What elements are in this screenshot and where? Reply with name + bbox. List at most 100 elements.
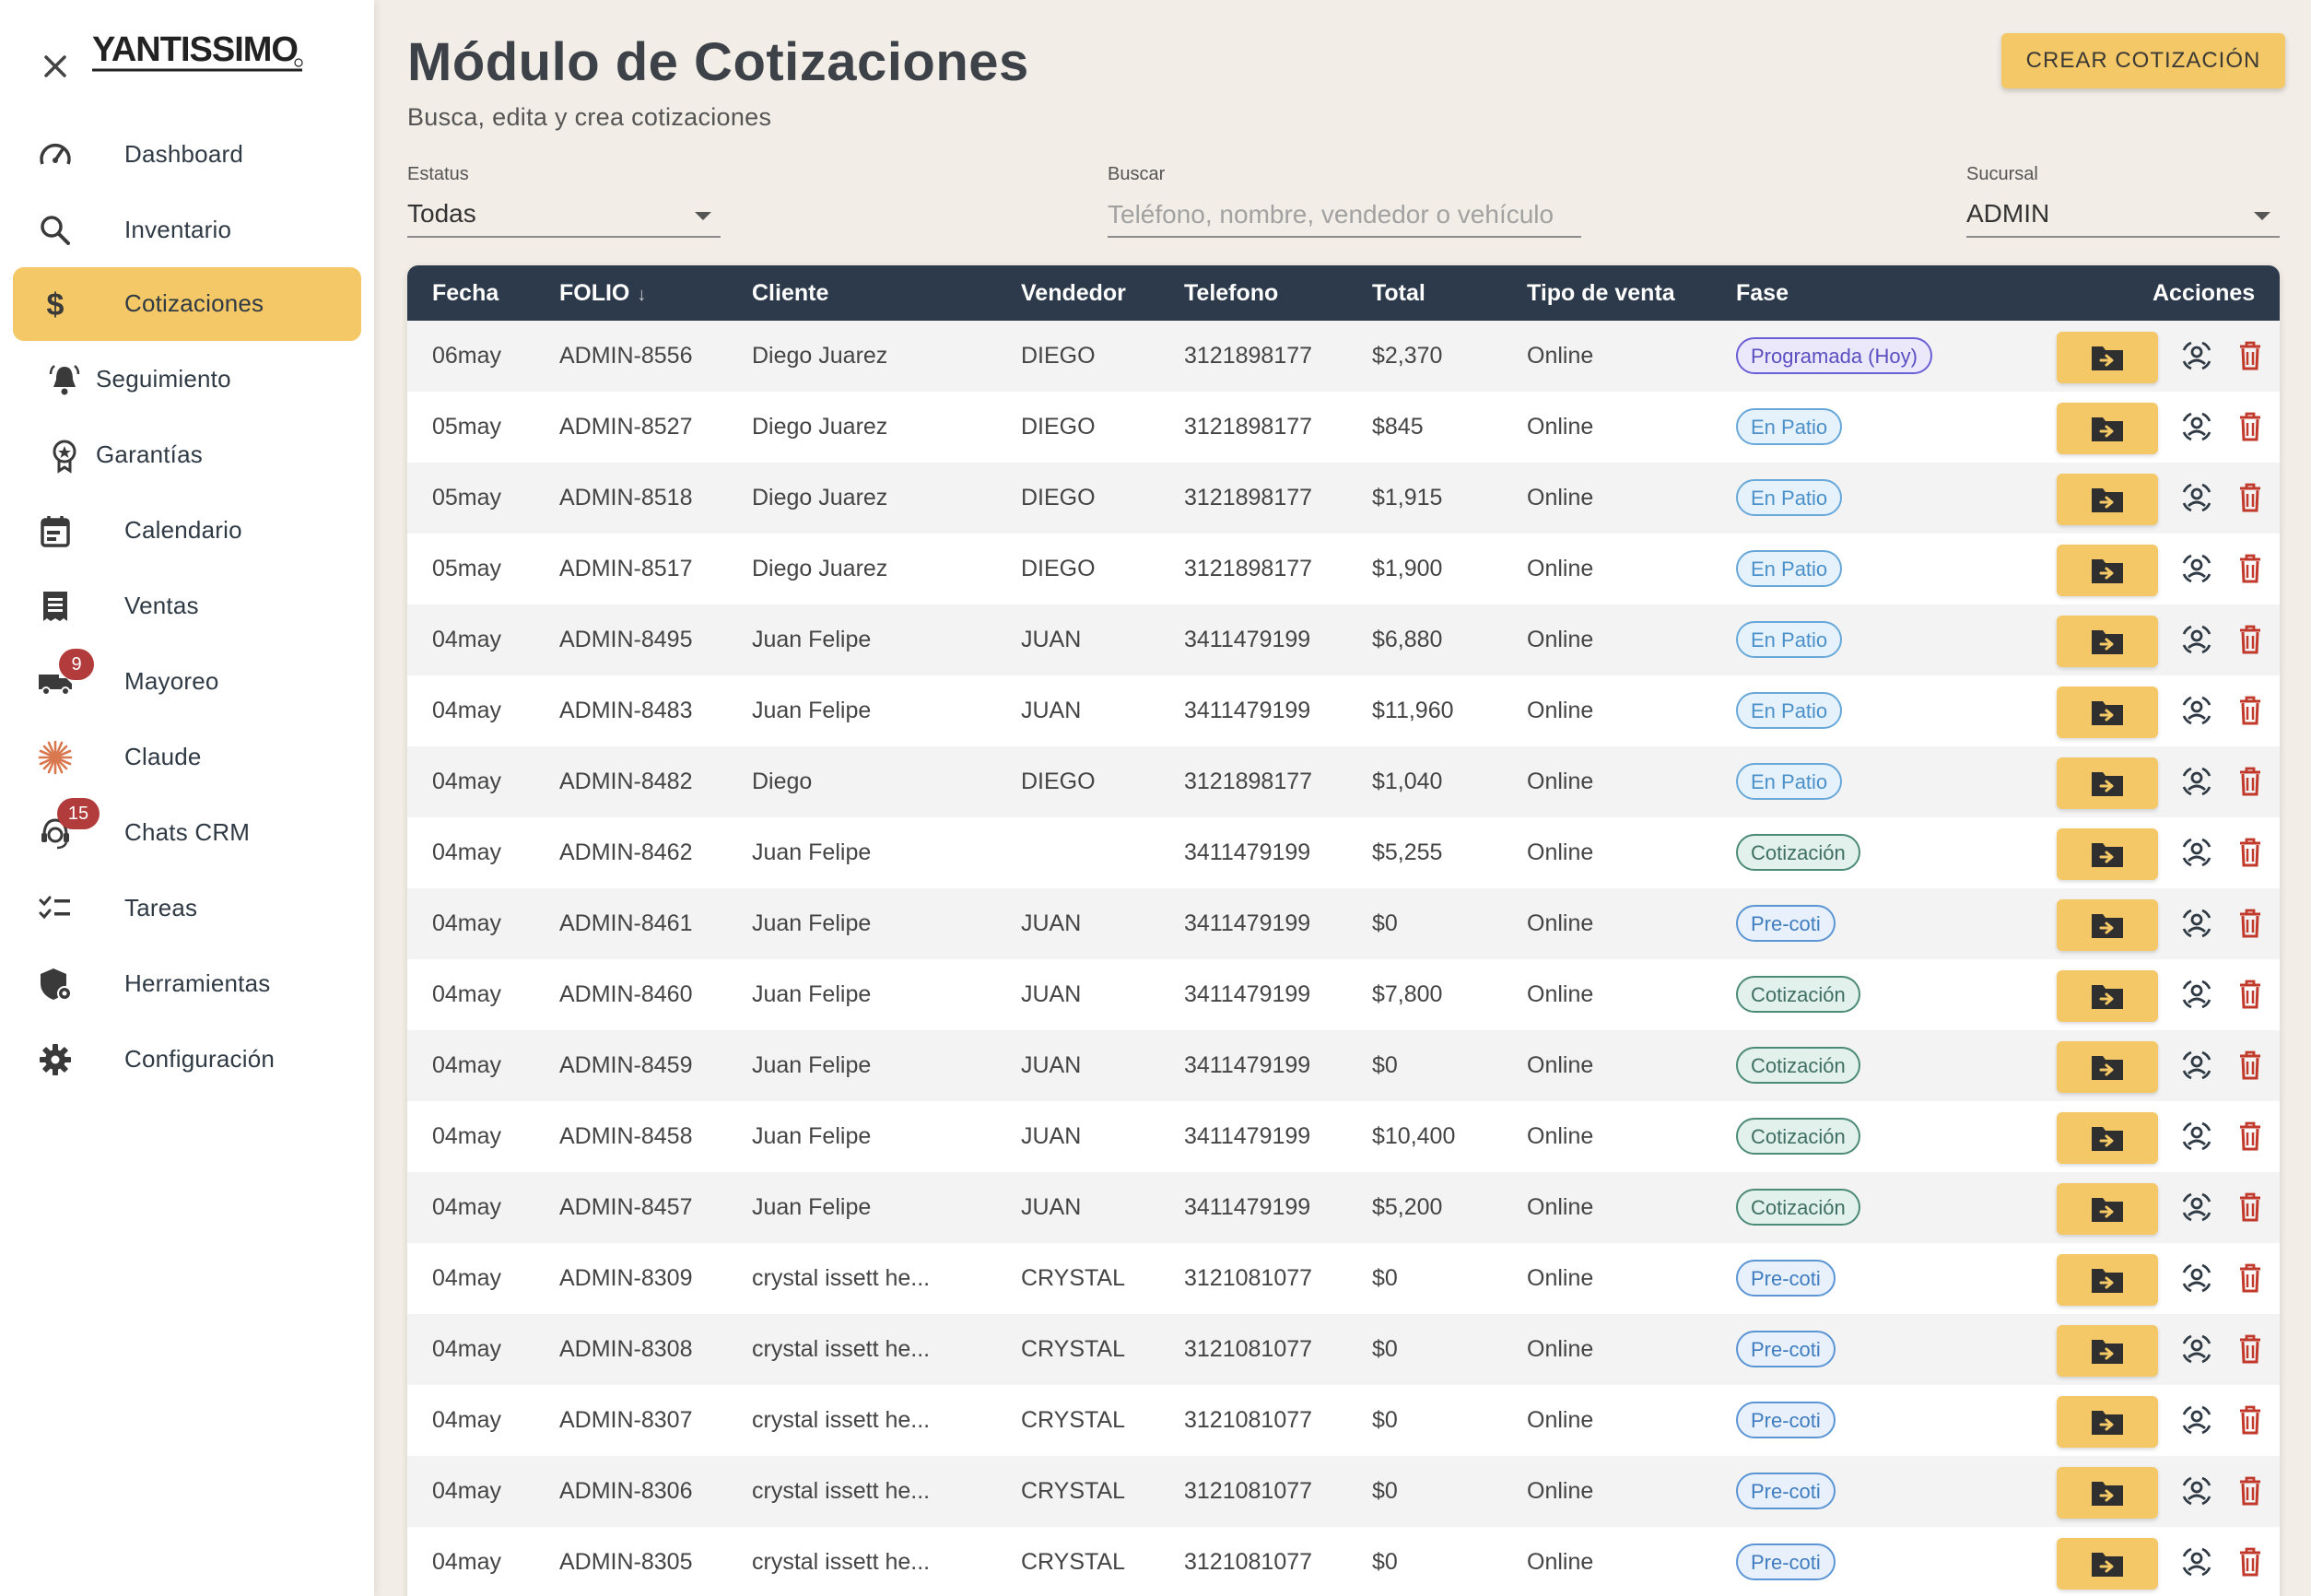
assign-user-icon[interactable]: [2180, 1474, 2213, 1508]
table-row[interactable]: 04may ADMIN-8483 Juan Felipe JUAN 3411479199…: [407, 675, 2280, 746]
table-row[interactable]: 05may ADMIN-8517 Diego Juarez DIEGO 31218981…: [407, 534, 2280, 604]
sidebar-item-herramientas[interactable]: Herramientas: [13, 947, 361, 1021]
delete-icon[interactable]: [2235, 410, 2265, 443]
sidebar-item-chats-crm[interactable]: 15 Chats CRM: [13, 796, 361, 870]
assign-user-icon[interactable]: [2180, 694, 2213, 727]
cell-folio: ADMIN-8306: [559, 1478, 693, 1504]
assign-user-icon[interactable]: [2180, 339, 2213, 372]
sidebar-item-mayoreo[interactable]: 9 Mayoreo: [13, 645, 361, 719]
open-quote-button[interactable]: [2057, 403, 2158, 454]
sidebar-item-ventas[interactable]: Ventas: [13, 569, 361, 643]
column-header-cliente[interactable]: Cliente: [752, 280, 828, 307]
sidebar-item-claude[interactable]: Claude: [13, 721, 361, 794]
open-quote-button[interactable]: [2057, 1467, 2158, 1519]
open-quote-button[interactable]: [2057, 332, 2158, 383]
sidebar-item-inventario[interactable]: Inventario: [13, 194, 361, 267]
cell-total: $2,370: [1372, 343, 1443, 369]
open-quote-button[interactable]: [2057, 828, 2158, 880]
open-quote-button[interactable]: [2057, 1183, 2158, 1235]
table-row[interactable]: 04may ADMIN-8307 crystal issett he... CRYST…: [407, 1385, 2280, 1456]
column-header-total[interactable]: Total: [1372, 280, 1425, 307]
open-quote-button[interactable]: [2057, 899, 2158, 951]
sidebar-item-garantias[interactable]: Garantías: [13, 418, 361, 492]
branch-select[interactable]: ADMIN: [1966, 194, 2280, 238]
column-header-telefono[interactable]: Telefono: [1184, 280, 1278, 307]
assign-user-icon[interactable]: [2180, 907, 2213, 940]
sidebar-item-cotizaciones[interactable]: $ Cotizaciones: [13, 267, 361, 341]
column-header-folio[interactable]: FOLIO ↓: [559, 280, 646, 307]
table-row[interactable]: 04may ADMIN-8309 crystal issett he... CRYST…: [407, 1243, 2280, 1314]
assign-user-icon[interactable]: [2180, 1191, 2213, 1224]
delete-icon[interactable]: [2235, 907, 2265, 940]
assign-user-icon[interactable]: [2180, 978, 2213, 1011]
assign-user-icon[interactable]: [2180, 1120, 2213, 1153]
assign-user-icon[interactable]: [2180, 481, 2213, 514]
open-quote-button[interactable]: [2057, 1325, 2158, 1377]
open-quote-button[interactable]: [2057, 474, 2158, 525]
table-row[interactable]: 04may ADMIN-8308 crystal issett he... CRYST…: [407, 1314, 2280, 1385]
open-quote-button[interactable]: [2057, 970, 2158, 1022]
delete-icon[interactable]: [2235, 481, 2265, 514]
sidebar-item-configuracion[interactable]: Configuración: [13, 1023, 361, 1097]
status-select[interactable]: Todas: [407, 194, 721, 238]
delete-icon[interactable]: [2235, 765, 2265, 798]
assign-user-icon[interactable]: [2180, 765, 2213, 798]
column-header-fecha[interactable]: Fecha: [432, 280, 499, 307]
table-row[interactable]: 04may ADMIN-8495 Juan Felipe JUAN 3411479199…: [407, 604, 2280, 675]
table-row[interactable]: 05may ADMIN-8518 Diego Juarez DIEGO 31218981…: [407, 463, 2280, 534]
delete-icon[interactable]: [2235, 1120, 2265, 1153]
sidebar-item-calendario[interactable]: Calendario: [13, 494, 361, 568]
assign-user-icon[interactable]: [2180, 1403, 2213, 1437]
delete-icon[interactable]: [2235, 1545, 2265, 1578]
open-quote-button[interactable]: [2057, 616, 2158, 667]
delete-icon[interactable]: [2235, 978, 2265, 1011]
delete-icon[interactable]: [2235, 552, 2265, 585]
table-row[interactable]: 04may ADMIN-8462 Juan Felipe 3411479199 $5,2…: [407, 817, 2280, 888]
sidebar-item-dashboard[interactable]: Dashboard: [13, 118, 361, 192]
assign-user-icon[interactable]: [2180, 623, 2213, 656]
assign-user-icon[interactable]: [2180, 1545, 2213, 1578]
open-quote-button[interactable]: [2057, 1041, 2158, 1093]
open-quote-button[interactable]: [2057, 1254, 2158, 1306]
assign-user-icon[interactable]: [2180, 552, 2213, 585]
delete-icon[interactable]: [2235, 1332, 2265, 1366]
assign-user-icon[interactable]: [2180, 836, 2213, 869]
open-quote-button[interactable]: [2057, 757, 2158, 809]
open-quote-button[interactable]: [2057, 1112, 2158, 1164]
assign-user-icon[interactable]: [2180, 1262, 2213, 1295]
table-row[interactable]: 04may ADMIN-8459 Juan Felipe JUAN 3411479199…: [407, 1030, 2280, 1101]
column-header-tipo-venta[interactable]: Tipo de venta: [1527, 280, 1675, 307]
assign-user-icon[interactable]: [2180, 1332, 2213, 1366]
assign-user-icon[interactable]: [2180, 1049, 2213, 1082]
delete-icon[interactable]: [2235, 836, 2265, 869]
delete-icon[interactable]: [2235, 1191, 2265, 1224]
open-quote-button[interactable]: [2057, 1396, 2158, 1448]
assign-user-icon[interactable]: [2180, 410, 2213, 443]
column-header-vendedor[interactable]: Vendedor: [1021, 280, 1126, 307]
table-row[interactable]: 06may ADMIN-8556 Diego Juarez DIEGO 31218981…: [407, 321, 2280, 392]
delete-icon[interactable]: [2235, 1474, 2265, 1508]
delete-icon[interactable]: [2235, 694, 2265, 727]
column-header-fase[interactable]: Fase: [1736, 280, 1789, 307]
open-quote-button[interactable]: [2057, 687, 2158, 738]
table-row[interactable]: 04may ADMIN-8458 Juan Felipe JUAN 3411479199…: [407, 1101, 2280, 1172]
delete-icon[interactable]: [2235, 1049, 2265, 1082]
table-row[interactable]: 04may ADMIN-8461 Juan Felipe JUAN 3411479199…: [407, 888, 2280, 959]
sidebar-item-seguimiento[interactable]: Seguimiento: [13, 343, 361, 417]
close-icon[interactable]: [37, 48, 74, 85]
create-quote-button[interactable]: CREAR COTIZACIÓN: [2001, 33, 2285, 88]
table-row[interactable]: 05may ADMIN-8527 Diego Juarez DIEGO 31218981…: [407, 392, 2280, 463]
sidebar-item-tareas[interactable]: Tareas: [13, 872, 361, 945]
delete-icon[interactable]: [2235, 1403, 2265, 1437]
table-row[interactable]: 04may ADMIN-8460 Juan Felipe JUAN 3411479199…: [407, 959, 2280, 1030]
delete-icon[interactable]: [2235, 339, 2265, 372]
search-input[interactable]: [1108, 194, 1581, 236]
table-row[interactable]: 04may ADMIN-8306 crystal issett he... CRYST…: [407, 1456, 2280, 1527]
open-quote-button[interactable]: [2057, 1538, 2158, 1590]
table-row[interactable]: 04may ADMIN-8457 Juan Felipe JUAN 3411479199…: [407, 1172, 2280, 1243]
open-quote-button[interactable]: [2057, 545, 2158, 596]
delete-icon[interactable]: [2235, 623, 2265, 656]
table-row[interactable]: 04may ADMIN-8482 Diego DIEGO 3121898177 $1,04…: [407, 746, 2280, 817]
delete-icon[interactable]: [2235, 1262, 2265, 1295]
table-row[interactable]: 04may ADMIN-8305 crystal issett he... CRYST…: [407, 1527, 2280, 1596]
